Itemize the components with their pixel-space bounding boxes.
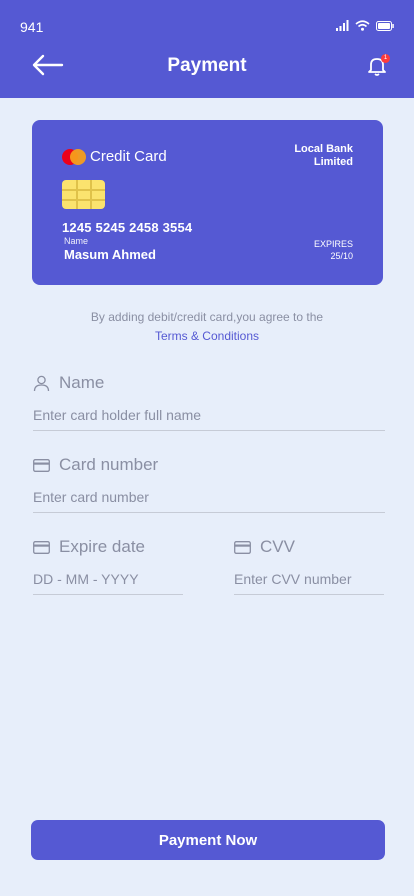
name-label: Name	[33, 373, 104, 393]
card-number-input[interactable]	[33, 481, 385, 513]
app-header: 941 Payment 1	[0, 0, 414, 98]
status-time: 941	[20, 19, 44, 35]
card-type: Credit Card	[90, 148, 167, 165]
status-icons	[336, 20, 394, 31]
signal-icon	[336, 20, 349, 31]
notification-button[interactable]: 1	[366, 54, 390, 77]
credit-card: Credit Card Local Bank Limited 1245 5245…	[32, 120, 383, 285]
notification-badge: 1	[381, 54, 390, 63]
cvv-label-text: CVV	[260, 537, 295, 556]
card-icon	[33, 458, 50, 472]
page-title: Payment	[167, 55, 247, 76]
agreement-text: By adding debit/credit card,you agree to…	[90, 310, 324, 324]
card-holder-name: Masum Ahmed	[64, 247, 156, 262]
card-number: 1245 5245 2458 3554	[62, 220, 193, 235]
terms-link[interactable]: Terms & Conditions	[0, 329, 414, 343]
user-icon	[33, 375, 50, 391]
expires-value: 25/10	[330, 251, 353, 261]
expires-label: EXPIRES	[313, 239, 353, 249]
card-icon	[234, 540, 251, 554]
battery-icon	[376, 20, 394, 31]
card-number-label: Card number	[33, 455, 158, 475]
expire-date-label: Expire date	[33, 537, 145, 557]
payment-now-button[interactable]: Payment Now	[31, 820, 385, 860]
cvv-input[interactable]	[234, 563, 384, 595]
chip-icon	[62, 180, 105, 209]
card-icon	[33, 540, 50, 554]
cvv-label: CVV	[234, 537, 295, 557]
card-name-label: Name	[64, 236, 89, 246]
name-label-text: Name	[59, 373, 105, 392]
mastercard-logo-icon	[62, 149, 86, 165]
card-holder-name-input[interactable]	[33, 399, 385, 431]
bank-name: Local Bank Limited	[294, 143, 353, 168]
expire-date-label-text: Expire date	[59, 537, 145, 556]
wifi-icon	[355, 20, 370, 31]
card-number-label-text: Card number	[59, 455, 159, 474]
expire-date-input[interactable]	[33, 563, 183, 595]
